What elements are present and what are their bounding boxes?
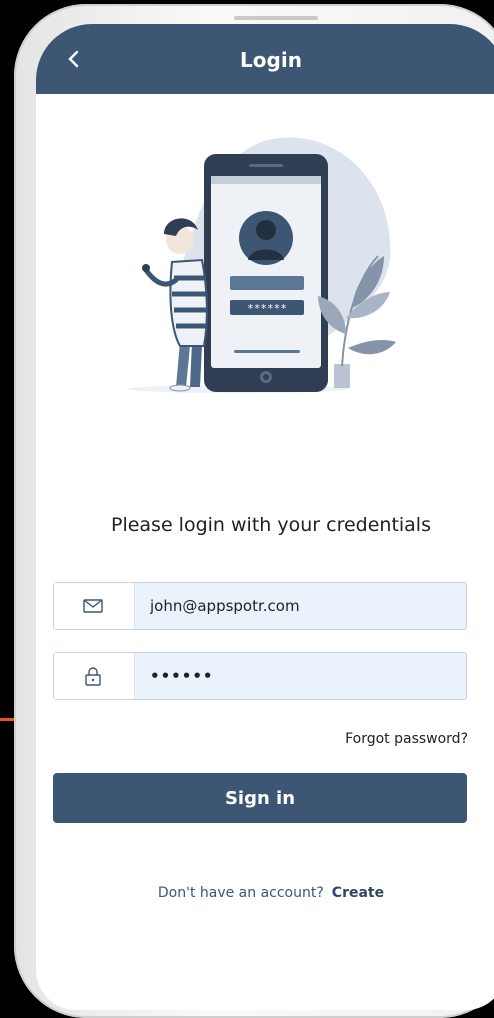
phone-speaker: [234, 16, 318, 20]
person-shoe: [169, 384, 191, 392]
email-input[interactable]: [150, 583, 450, 629]
person-phone: [142, 264, 150, 272]
page-title: Login: [240, 48, 302, 72]
mail-icon: [83, 599, 103, 613]
login-prompt: Please login with your credentials: [110, 514, 431, 536]
app-header: Login: [36, 24, 494, 94]
email-icon-box: [54, 583, 135, 629]
chevron-left-icon[interactable]: [64, 46, 86, 72]
app-screen: Login ****** Please login with your cred…: [36, 24, 494, 1010]
email-field[interactable]: [53, 582, 467, 630]
person-leg: [190, 342, 202, 387]
password-field[interactable]: ••••••: [53, 652, 467, 700]
password-icon-box: [54, 653, 135, 699]
sign-in-button[interactable]: Sign in: [53, 773, 467, 823]
forgot-password-link[interactable]: Forgot password?: [345, 731, 468, 747]
lock-icon: [85, 667, 101, 686]
plant-leaf: [348, 340, 396, 355]
signup-prompt: Don't have an account? Create: [36, 885, 494, 901]
signup-question: Don't have an account?: [157, 885, 324, 901]
create-account-link[interactable]: Create: [332, 885, 384, 901]
password-mask-text: ******: [247, 302, 287, 315]
login-illustration: ******: [128, 137, 396, 393]
person-leg: [176, 342, 190, 387]
username-bar-illustration: [230, 276, 304, 290]
password-input[interactable]: ••••••: [150, 653, 450, 699]
plant-pot: [334, 364, 350, 388]
phone-illustration-screen: [211, 176, 321, 368]
person-shirt: [169, 258, 208, 347]
